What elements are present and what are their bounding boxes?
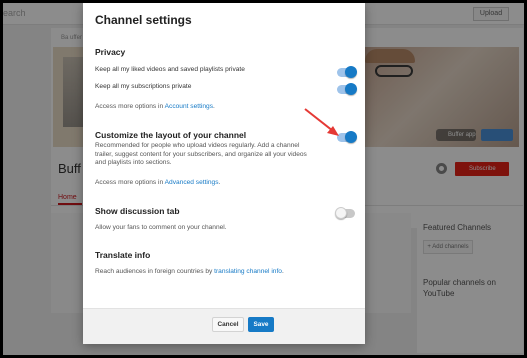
dialog-title: Channel settings — [95, 13, 192, 27]
toggle-knob — [345, 131, 357, 143]
translate-heading: Translate info — [95, 250, 151, 260]
channel-settings-dialog: Channel settings Privacy Keep all my lik… — [83, 3, 365, 344]
privacy-heading: Privacy — [95, 47, 126, 57]
advanced-settings-prefix: Access more options in — [95, 179, 165, 186]
cancel-button[interactable]: Cancel — [212, 317, 244, 332]
advanced-settings-suffix: . — [218, 179, 221, 186]
account-settings-prefix: Access more options in — [95, 103, 165, 110]
translate-line: Reach audiences in foreign countries by … — [95, 268, 284, 275]
account-settings-line: Access more options in Account settings. — [95, 103, 215, 110]
toggle-knob — [335, 207, 347, 219]
discussion-heading: Show discussion tab — [95, 206, 180, 216]
advanced-settings-line: Access more options in Advanced settings… — [95, 179, 220, 186]
liked-private-toggle[interactable] — [337, 66, 357, 78]
subscriptions-private-toggle[interactable] — [337, 83, 357, 95]
subscriptions-private-label: Keep all my subscriptions private — [95, 83, 192, 90]
toggle-knob — [345, 83, 357, 95]
account-settings-link[interactable]: Account settings — [165, 103, 213, 110]
save-button[interactable]: Save — [248, 317, 274, 332]
layout-description: Recommended for people who upload videos… — [95, 142, 307, 167]
translate-channel-info-link[interactable]: translating channel info — [214, 268, 282, 275]
advanced-settings-link[interactable]: Advanced settings — [165, 179, 219, 186]
discussion-tab-toggle[interactable] — [335, 207, 355, 219]
toggle-knob — [345, 66, 357, 78]
translate-prefix: Reach audiences in foreign countries by — [95, 268, 215, 275]
account-settings-suffix: . — [213, 103, 215, 110]
screen: earch Upload Ba uffer Buffer app Buff Ho… — [3, 3, 524, 355]
annotation-arrow-icon — [304, 108, 339, 136]
liked-private-label: Keep all my liked videos and saved playl… — [95, 66, 245, 73]
layout-heading: Customize the layout of your channel — [95, 130, 247, 140]
translate-suffix: . — [281, 268, 284, 275]
discussion-description: Allow your fans to comment on your chann… — [95, 224, 227, 231]
